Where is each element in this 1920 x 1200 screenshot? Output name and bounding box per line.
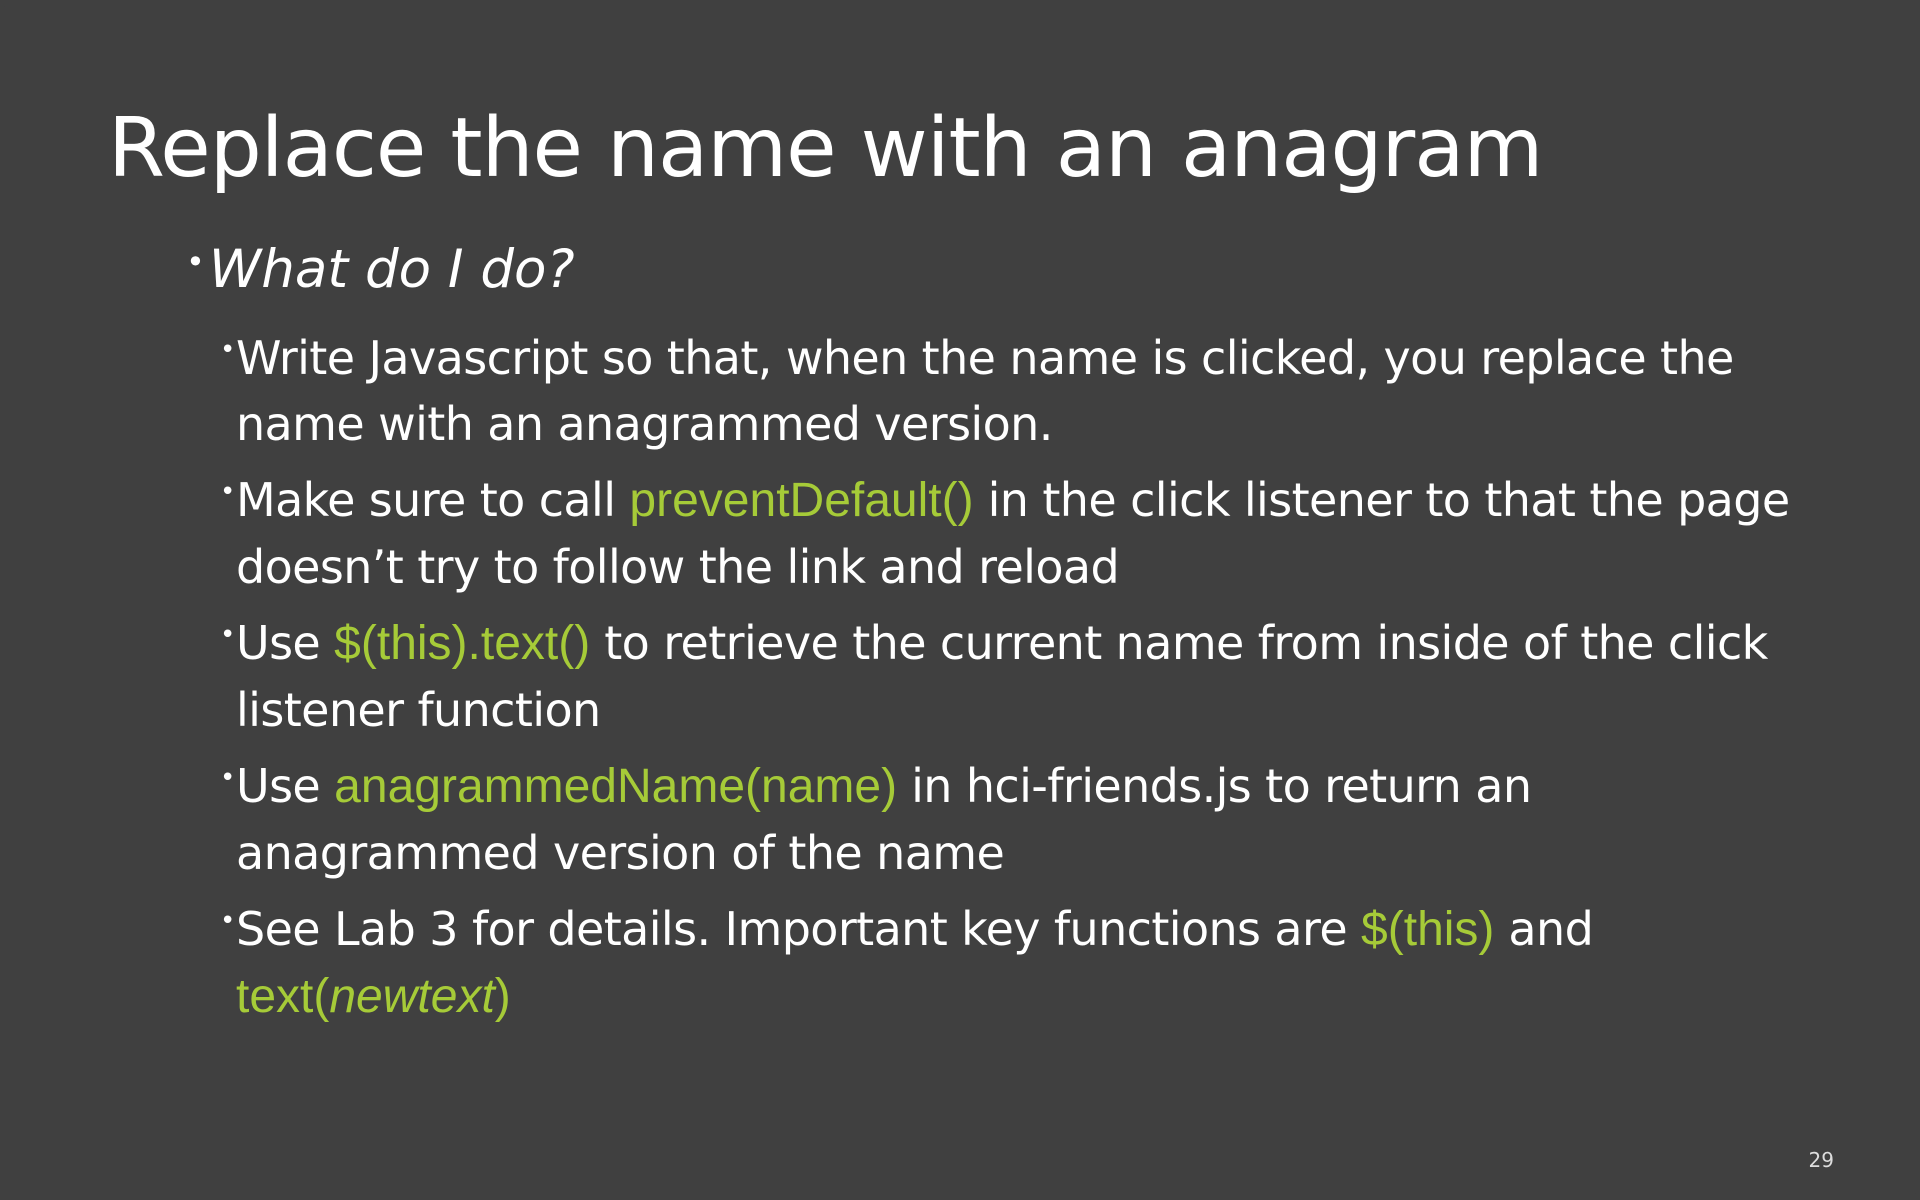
code-snippet: text(newtext) [236, 970, 511, 1023]
bullet-item: • Use anagrammedName(name) in hci-friends… [220, 753, 1822, 886]
slide: Replace the name with an anagram •What d… [0, 0, 1920, 1200]
bullet-text: and [1494, 902, 1594, 956]
slide-title: Replace the name with an anagram [108, 101, 1543, 196]
bullet-item: • Write Javascript so that, when the name… [220, 325, 1822, 457]
bullet-dot-icon: • [186, 243, 205, 281]
bullet-dot-icon: • [220, 620, 235, 650]
bullet-text: Use [236, 759, 335, 813]
bullet-item: • Use $(this).text() to retrieve the curr… [220, 610, 1822, 743]
subtitle-bullet: •What do I do? [186, 238, 575, 302]
bullet-text: See Lab 3 for details. Important key fun… [236, 902, 1362, 956]
code-param: newtext [329, 970, 495, 1023]
bullet-item: • Make sure to call preventDefault() in t… [220, 467, 1822, 600]
code-snippet: anagrammedName(name) [334, 760, 898, 813]
code-snippet: preventDefault() [629, 474, 974, 527]
code-part: ) [494, 970, 511, 1023]
bullet-dot-icon: • [220, 763, 235, 793]
code-snippet: $(this).text() [334, 617, 591, 670]
bullet-text: Use [236, 616, 335, 670]
bullet-dot-icon: • [220, 906, 235, 936]
page-number: 29 [1808, 1148, 1834, 1172]
bullet-list: • Write Javascript so that, when the name… [220, 325, 1822, 1040]
subtitle-text: What do I do? [208, 239, 575, 300]
bullet-text: Make sure to call [236, 473, 630, 527]
bullet-text: Write Javascript so that, when the name … [236, 331, 1734, 451]
bullet-dot-icon: • [220, 477, 235, 507]
code-part: text( [236, 970, 330, 1023]
bullet-dot-icon: • [220, 335, 235, 365]
bullet-item: • See Lab 3 for details. Important key fu… [220, 896, 1822, 1030]
code-snippet: $(this) [1361, 903, 1495, 956]
